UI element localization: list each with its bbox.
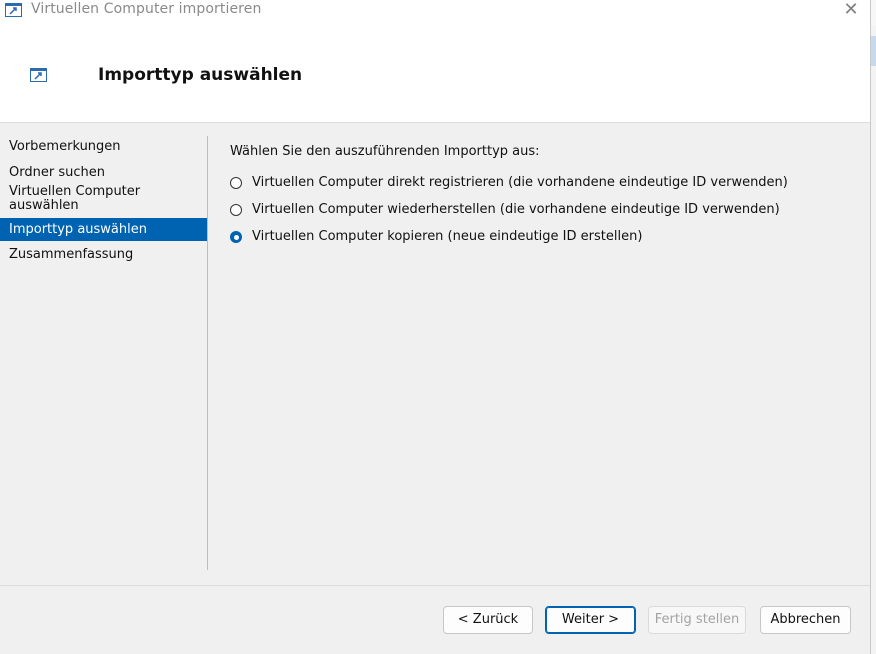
option-kopieren[interactable]: Virtuellen Computer kopieren (neue einde… (230, 229, 642, 244)
nav-item-vm-auswaehlen[interactable]: Virtuellen Computer auswählen (0, 183, 207, 215)
import-type-panel: Wählen Sie den auszuführenden Importtyp … (230, 144, 788, 244)
title-bar[interactable]: Virtuellen Computer importieren ✕ (0, 0, 870, 28)
divider (207, 136, 208, 570)
option-direkt-registrieren[interactable]: Virtuellen Computer direkt registrieren … (230, 175, 788, 190)
import-vm-icon (5, 3, 22, 17)
cancel-button[interactable]: Abbrechen (760, 606, 851, 634)
nav-item-vorbemerkungen[interactable]: Vorbemerkungen (0, 136, 207, 157)
option-label: Virtuellen Computer wiederherstellen (di… (252, 202, 780, 217)
footer-divider (0, 585, 870, 586)
radio-button[interactable] (230, 203, 242, 216)
page-title: Importtyp auswählen (98, 65, 303, 85)
close-icon[interactable]: ✕ (838, 0, 864, 22)
instruction-text: Wählen Sie den auszuführenden Importtyp … (230, 144, 540, 159)
nav-item-label: Virtuellen Computer auswählen (9, 184, 141, 213)
option-wiederherstellen[interactable]: Virtuellen Computer wiederherstellen (di… (230, 202, 780, 217)
finish-button[interactable]: Fertig stellen (648, 606, 746, 634)
nav-item-label: Importtyp auswählen (9, 222, 147, 237)
nav-item-label: Vorbemerkungen (9, 139, 121, 154)
nav-item-label: Ordner suchen (9, 165, 105, 180)
nav-item-ordner-suchen[interactable]: Ordner suchen (0, 162, 207, 183)
back-button[interactable]: < Zurück (443, 606, 533, 634)
background-window-edge (870, 0, 876, 654)
nav-item-zusammenfassung[interactable]: Zusammenfassung (0, 244, 207, 265)
radio-button-selected[interactable] (230, 230, 242, 243)
wizard-steps-nav: Vorbemerkungen Ordner suchen Virtuellen … (0, 136, 207, 265)
window-title: Virtuellen Computer importieren (31, 1, 262, 17)
import-vm-dialog: Virtuellen Computer importieren ✕ Import… (0, 0, 870, 654)
import-vm-icon (30, 68, 47, 82)
wizard-header: Importtyp auswählen (0, 28, 870, 123)
radio-button[interactable] (230, 176, 242, 189)
option-label: Virtuellen Computer direkt registrieren … (252, 175, 788, 190)
option-label: Virtuellen Computer kopieren (neue einde… (252, 229, 643, 244)
nav-item-importtyp-auswaehlen[interactable]: Importtyp auswählen (0, 218, 207, 241)
nav-item-label: Zusammenfassung (9, 247, 134, 262)
next-button[interactable]: Weiter > (545, 606, 636, 634)
